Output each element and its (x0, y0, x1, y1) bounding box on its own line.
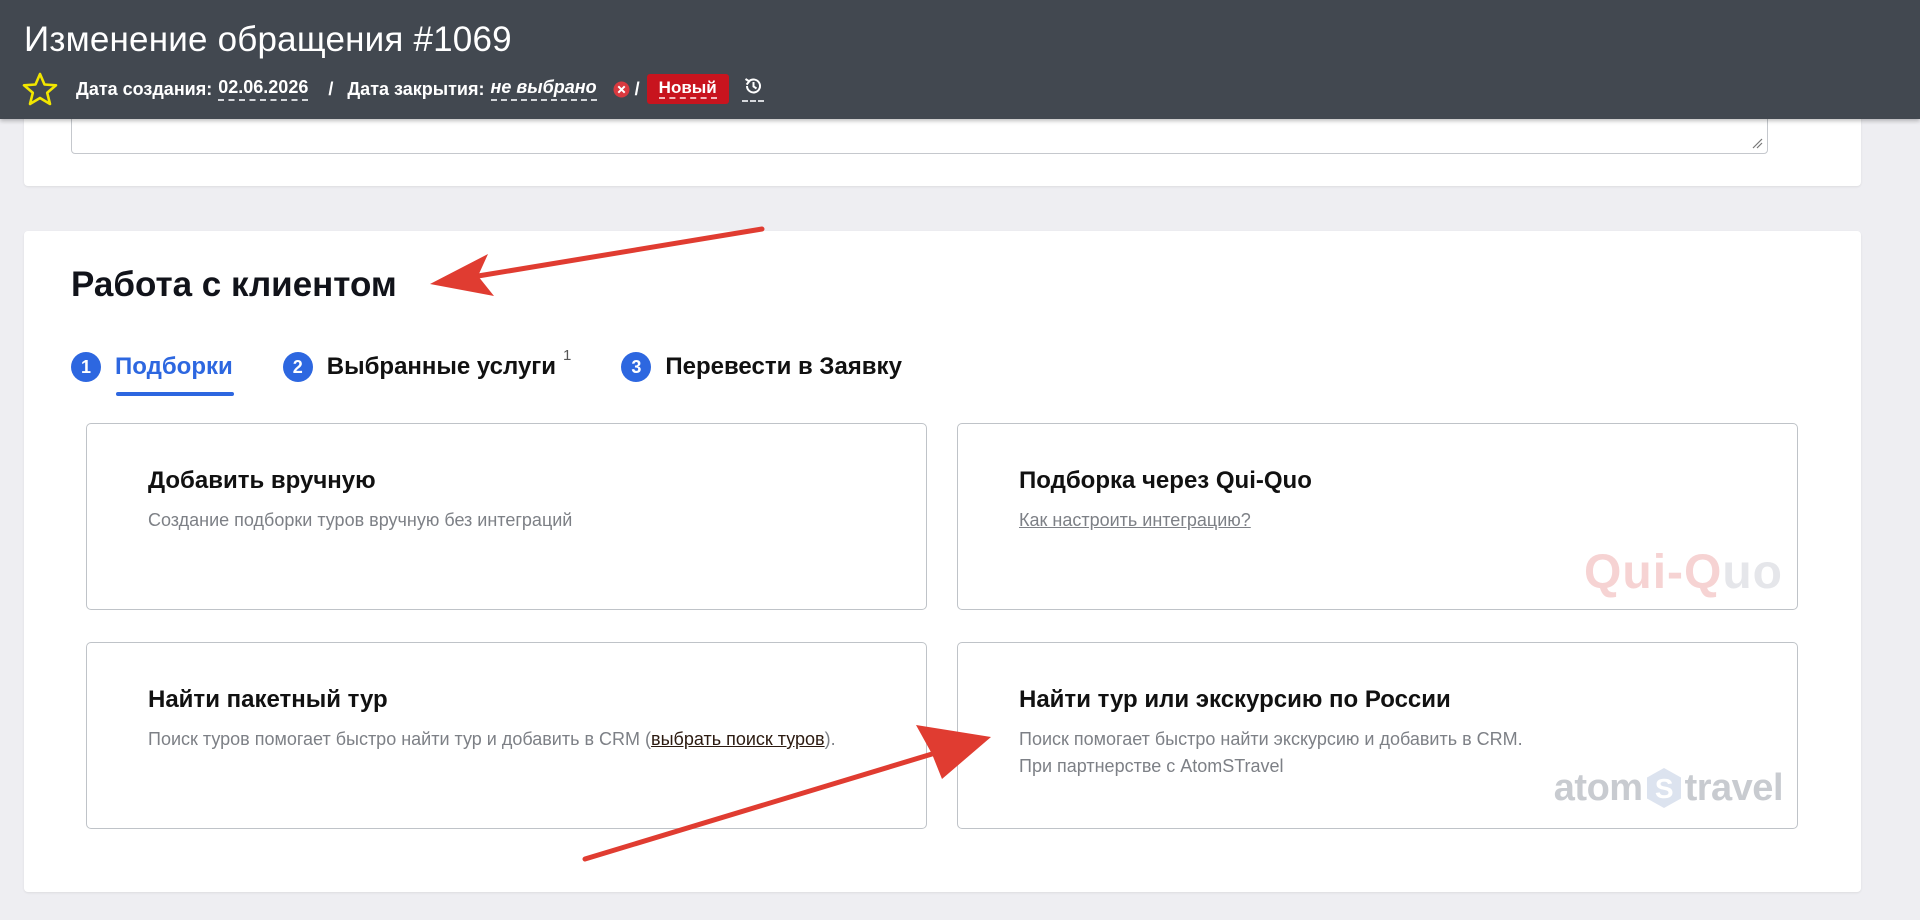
page-title: Изменение обращения #1069 (24, 20, 512, 59)
option-package-tour[interactable]: Найти пакетный тур Поиск туров помогает … (86, 642, 927, 829)
tab-count: 1 (563, 346, 572, 364)
qui-quo-logo: Qui-Quo (1584, 546, 1783, 599)
star-icon[interactable] (22, 72, 58, 106)
tab-selected-services[interactable]: 2 Выбранные услуги 1 (282, 346, 572, 387)
closed-date-label: Дата закрытия: (347, 78, 485, 99)
status-badge[interactable]: Новый (646, 74, 729, 104)
request-meta: Дата создания: 02.06.2026 / Дата закрыти… (22, 72, 764, 106)
option-russia-tour[interactable]: Найти тур или экскурсию по России Поиск … (957, 642, 1798, 829)
option-description: Поиск туров помогает быстро найти тур и … (148, 729, 836, 749)
tab-number: 1 (71, 352, 101, 382)
section-title: Работа с клиентом (71, 265, 397, 304)
page-header: Изменение обращения #1069 Дата создания:… (0, 0, 1920, 119)
option-title: Подборка через Qui-Quo (1019, 467, 1312, 494)
option-description: Как настроить интеграцию? (1019, 507, 1251, 534)
history-icon (744, 78, 761, 94)
created-date-label: Дата создания: (76, 78, 213, 99)
created-date-value[interactable]: 02.06.2026 (218, 77, 309, 101)
tab-number: 3 (621, 352, 652, 382)
option-qui-quo[interactable]: Подборка через Qui-Quo Как настроить инт… (957, 423, 1798, 610)
option-title: Добавить вручную (148, 467, 376, 494)
active-tab-indicator (116, 392, 234, 396)
tab-label: Выбранные услуги (326, 353, 557, 380)
date-separator: / (328, 78, 334, 99)
status-separator: / (634, 78, 640, 99)
tab-number: 2 (282, 352, 313, 382)
integration-help-link[interactable]: Как настроить интеграцию? (1019, 510, 1251, 530)
hexagon-logo-icon: S (1646, 768, 1681, 808)
tab-selections[interactable]: 1 Подборки (71, 347, 234, 396)
svg-text:S: S (1655, 773, 1673, 804)
option-add-manually[interactable]: Добавить вручную Создание подборки туров… (86, 423, 927, 610)
status-badge-label: Новый (658, 78, 717, 99)
tab-convert-to-order[interactable]: 3 Перевести в Заявку (621, 347, 902, 387)
history-button[interactable] (741, 76, 764, 102)
client-work-card: Работа с клиентом 1 Подборки 2 Выбранные… (24, 231, 1861, 892)
tabs: 1 Подборки 2 Выбранные услуги 1 3 Переве… (71, 346, 952, 396)
resize-handle-icon[interactable] (1751, 137, 1763, 149)
option-description: Поиск помогает быстро найти экскурсию и … (1019, 729, 1523, 776)
clear-date-icon[interactable] (613, 81, 630, 98)
option-title: Найти тур или экскурсию по России (1019, 686, 1451, 713)
tab-label: Перевести в Заявку (665, 353, 902, 380)
closed-date-value[interactable]: не выбрано (490, 77, 597, 101)
choose-tour-search-link[interactable]: выбрать поиск туров (651, 729, 825, 749)
tab-label: Подборки (115, 353, 233, 380)
option-description: Создание подборки туров вручную без инте… (148, 510, 573, 530)
option-title: Найти пакетный тур (148, 686, 388, 713)
atomstravel-logo: atom S travel (1553, 766, 1784, 809)
